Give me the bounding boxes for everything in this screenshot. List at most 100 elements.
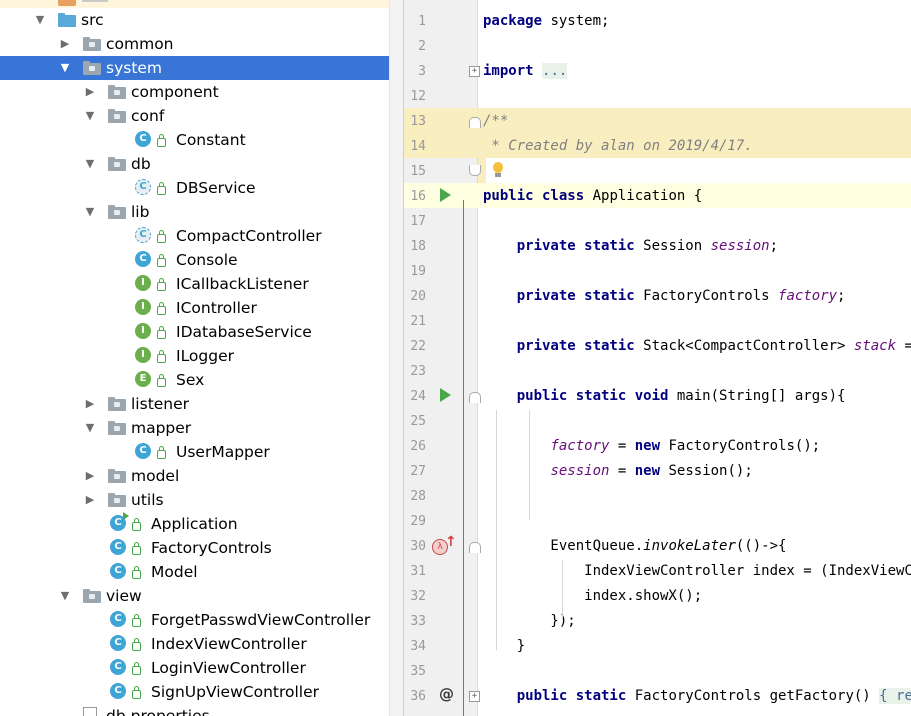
access-lock-icon <box>132 686 141 699</box>
expand-arrow-icon[interactable]: ▶ <box>83 464 97 488</box>
collapse-arrow-icon[interactable]: ▼ <box>83 416 97 440</box>
tree-item-icontroller[interactable]: I IController <box>0 296 403 320</box>
line-number: 30 <box>410 539 426 554</box>
access-lock-icon <box>132 566 141 579</box>
code-line[interactable]: } <box>483 634 525 659</box>
code-line[interactable]: private static Session session; <box>483 234 778 259</box>
tree-item-label: Constant <box>176 131 246 149</box>
code-token: = <box>609 463 635 479</box>
code-line[interactable]: session = new Session(); <box>483 459 752 484</box>
tree-item-sex[interactable]: E Sex <box>0 368 403 392</box>
code-line[interactable]: public class Application { <box>483 184 702 209</box>
expand-arrow-icon[interactable]: ▶ <box>58 32 72 56</box>
expand-arrow-icon[interactable]: ▶ <box>83 392 97 416</box>
abstract-class-icon: C <box>135 179 153 197</box>
package-folder-icon <box>108 395 126 413</box>
run-main-icon[interactable] <box>440 388 451 402</box>
tree-item-component[interactable]: ▶ component <box>0 80 403 104</box>
fold-collapse-lambda-icon[interactable] <box>469 542 481 553</box>
tree-item-compactcontroller[interactable]: C CompactController <box>0 224 403 248</box>
tree-item-label: common <box>106 35 174 53</box>
code-line[interactable]: public static void main(String[] args){ <box>483 384 846 409</box>
lightbulb-icon[interactable] <box>491 162 505 179</box>
fold-expand-getter-icon[interactable]: + <box>469 691 480 702</box>
collapse-arrow-icon[interactable]: ▼ <box>58 584 72 608</box>
expand-arrow-icon[interactable]: ▶ <box>83 80 97 104</box>
access-lock-icon <box>157 182 166 195</box>
access-lock-icon <box>157 278 166 291</box>
code-token: private static <box>516 338 635 354</box>
tree-item-view[interactable]: ▼ view <box>0 584 403 608</box>
tree-item-model[interactable]: ▶ model <box>0 464 403 488</box>
tree-scrollbar[interactable] <box>389 0 403 716</box>
code-line[interactable]: private static Stack<CompactController> … <box>483 334 911 359</box>
collapse-arrow-icon[interactable]: ▼ <box>33 8 47 32</box>
abstract-class-icon: C <box>135 227 153 245</box>
code-token: (()->{ <box>735 538 787 554</box>
code-token: FactoryControls getFactory() <box>626 688 880 704</box>
code-line[interactable]: /** <box>483 109 508 134</box>
line-number: 19 <box>410 264 426 279</box>
tree-item-dbservice[interactable]: C DBService <box>0 176 403 200</box>
override-arrow-icon[interactable]: ↑ <box>445 534 457 550</box>
tree-item-utils[interactable]: ▶ utils <box>0 488 403 512</box>
file-icon <box>83 707 101 716</box>
tree-item-indexviewcontroller[interactable]: C IndexViewController <box>0 632 403 656</box>
package-folder-icon <box>108 107 126 125</box>
code-token: factory <box>778 288 838 304</box>
access-lock-icon <box>157 374 166 387</box>
tree-item-common[interactable]: ▶ common <box>0 32 403 56</box>
tree-item-src[interactable]: ▼ src <box>0 8 403 32</box>
tree-item-db[interactable]: ▼ db <box>0 152 403 176</box>
tree-item-label: component <box>131 83 219 101</box>
tree-item-constant[interactable]: C Constant <box>0 128 403 152</box>
code-line[interactable]: import ... <box>483 59 568 84</box>
tree-item-forgetpasswdviewcontroller[interactable]: C ForgetPasswdViewController <box>0 608 403 632</box>
tree-item-application[interactable]: C Application <box>0 512 403 536</box>
tree-item-icallbacklistener[interactable]: I ICallbackListener <box>0 272 403 296</box>
tree-item-conf[interactable]: ▼ conf <box>0 104 403 128</box>
tree-item-idatabaseservice[interactable]: I IDatabaseService <box>0 320 403 344</box>
fold-collapse-main-icon[interactable] <box>469 392 481 403</box>
tree-item-signupviewcontroller[interactable]: C SignUpViewController <box>0 680 403 704</box>
code-line[interactable]: factory = new FactoryControls(); <box>483 434 820 459</box>
tree-item-loginviewcontroller[interactable]: C LoginViewController <box>0 656 403 680</box>
code-line[interactable]: index.showX(); <box>483 584 702 609</box>
access-lock-icon <box>157 134 166 147</box>
tree-item-ilogger[interactable]: I ILogger <box>0 344 403 368</box>
collapse-arrow-icon[interactable]: ▼ <box>83 104 97 128</box>
code-line[interactable]: IndexViewController index = (IndexViewCo… <box>483 559 911 584</box>
code-token: package <box>483 13 543 29</box>
expand-arrow-icon[interactable]: ▶ <box>83 488 97 512</box>
fold-collapse-icon[interactable] <box>469 117 481 128</box>
code-token: } <box>483 638 526 654</box>
tree-item-label: conf <box>131 107 165 125</box>
fold-expand-icon[interactable]: + <box>469 66 480 77</box>
code-line[interactable]: * Created by alan on 2019/4/17. <box>483 134 752 159</box>
line-number: 20 <box>410 289 426 304</box>
annotation-at-icon[interactable]: @ <box>439 685 454 703</box>
package-folder-icon <box>108 491 126 509</box>
tree-item-mapper[interactable]: ▼ mapper <box>0 416 403 440</box>
fold-end-icon[interactable] <box>469 165 481 176</box>
collapse-arrow-icon[interactable]: ▼ <box>58 56 72 80</box>
collapse-arrow-icon[interactable]: ▼ <box>83 152 97 176</box>
code-line[interactable]: private static FactoryControls factory; <box>483 284 846 309</box>
tree-item-db-properties[interactable]: db.properties <box>0 704 403 716</box>
tree-item-console[interactable]: C Console <box>0 248 403 272</box>
tree-item-listener[interactable]: ▶ listener <box>0 392 403 416</box>
run-class-icon[interactable] <box>440 188 451 202</box>
collapse-arrow-icon[interactable]: ▼ <box>83 200 97 224</box>
tree-item-usermapper[interactable]: C UserMapper <box>0 440 403 464</box>
code-line[interactable]: public static FactoryControls getFactory… <box>483 684 911 709</box>
code-line[interactable]: package system; <box>483 9 609 34</box>
tree-item-system[interactable]: ▼ system <box>0 56 403 80</box>
tree-item-factorycontrols[interactable]: C FactoryControls <box>0 536 403 560</box>
tree-item-label: DBService <box>176 179 256 197</box>
tree-item-label: UserMapper <box>176 443 270 461</box>
tree-item-model[interactable]: C Model <box>0 560 403 584</box>
code-line[interactable]: EventQueue.invokeLater(()->{ <box>483 534 786 559</box>
tree-item-lib[interactable]: ▼ lib <box>0 200 403 224</box>
